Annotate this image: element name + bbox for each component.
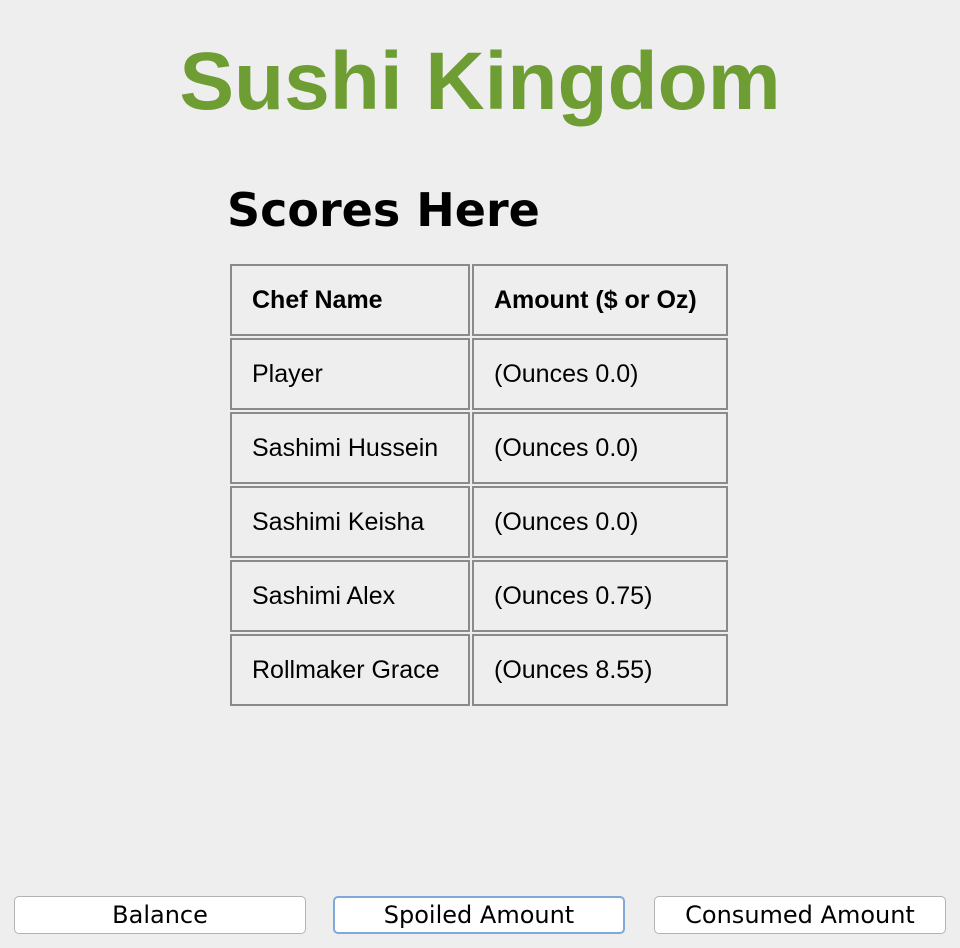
chef-name-cell: Sashimi Keisha [230,486,470,558]
scores-table: Chef Name Amount ($ or Oz) Player (Ounce… [228,262,730,708]
chef-name-cell: Sashimi Hussein [230,412,470,484]
chef-name-cell: Rollmaker Grace [230,634,470,706]
spoiled-amount-button[interactable]: Spoiled Amount [333,896,625,934]
amount-cell: (Ounces 8.55) [472,634,728,706]
column-header-amount: Amount ($ or Oz) [472,264,728,336]
chef-name-cell: Player [230,338,470,410]
amount-cell: (Ounces 0.75) [472,560,728,632]
chef-name-cell: Sashimi Alex [230,560,470,632]
amount-cell: (Ounces 0.0) [472,338,728,410]
table-row: Sashimi Keisha (Ounces 0.0) [230,486,728,558]
table-row: Sashimi Alex (Ounces 0.75) [230,560,728,632]
balance-button[interactable]: Balance [14,896,306,934]
table-row: Sashimi Hussein (Ounces 0.0) [230,412,728,484]
table-row: Rollmaker Grace (Ounces 8.55) [230,634,728,706]
amount-cell: (Ounces 0.0) [472,486,728,558]
consumed-amount-button[interactable]: Consumed Amount [654,896,946,934]
table-row: Player (Ounces 0.0) [230,338,728,410]
scores-heading: Scores Here [227,183,540,237]
table-header-row: Chef Name Amount ($ or Oz) [230,264,728,336]
app-title: Sushi Kingdom [179,36,781,127]
amount-cell: (Ounces 0.0) [472,412,728,484]
column-header-chef-name: Chef Name [230,264,470,336]
